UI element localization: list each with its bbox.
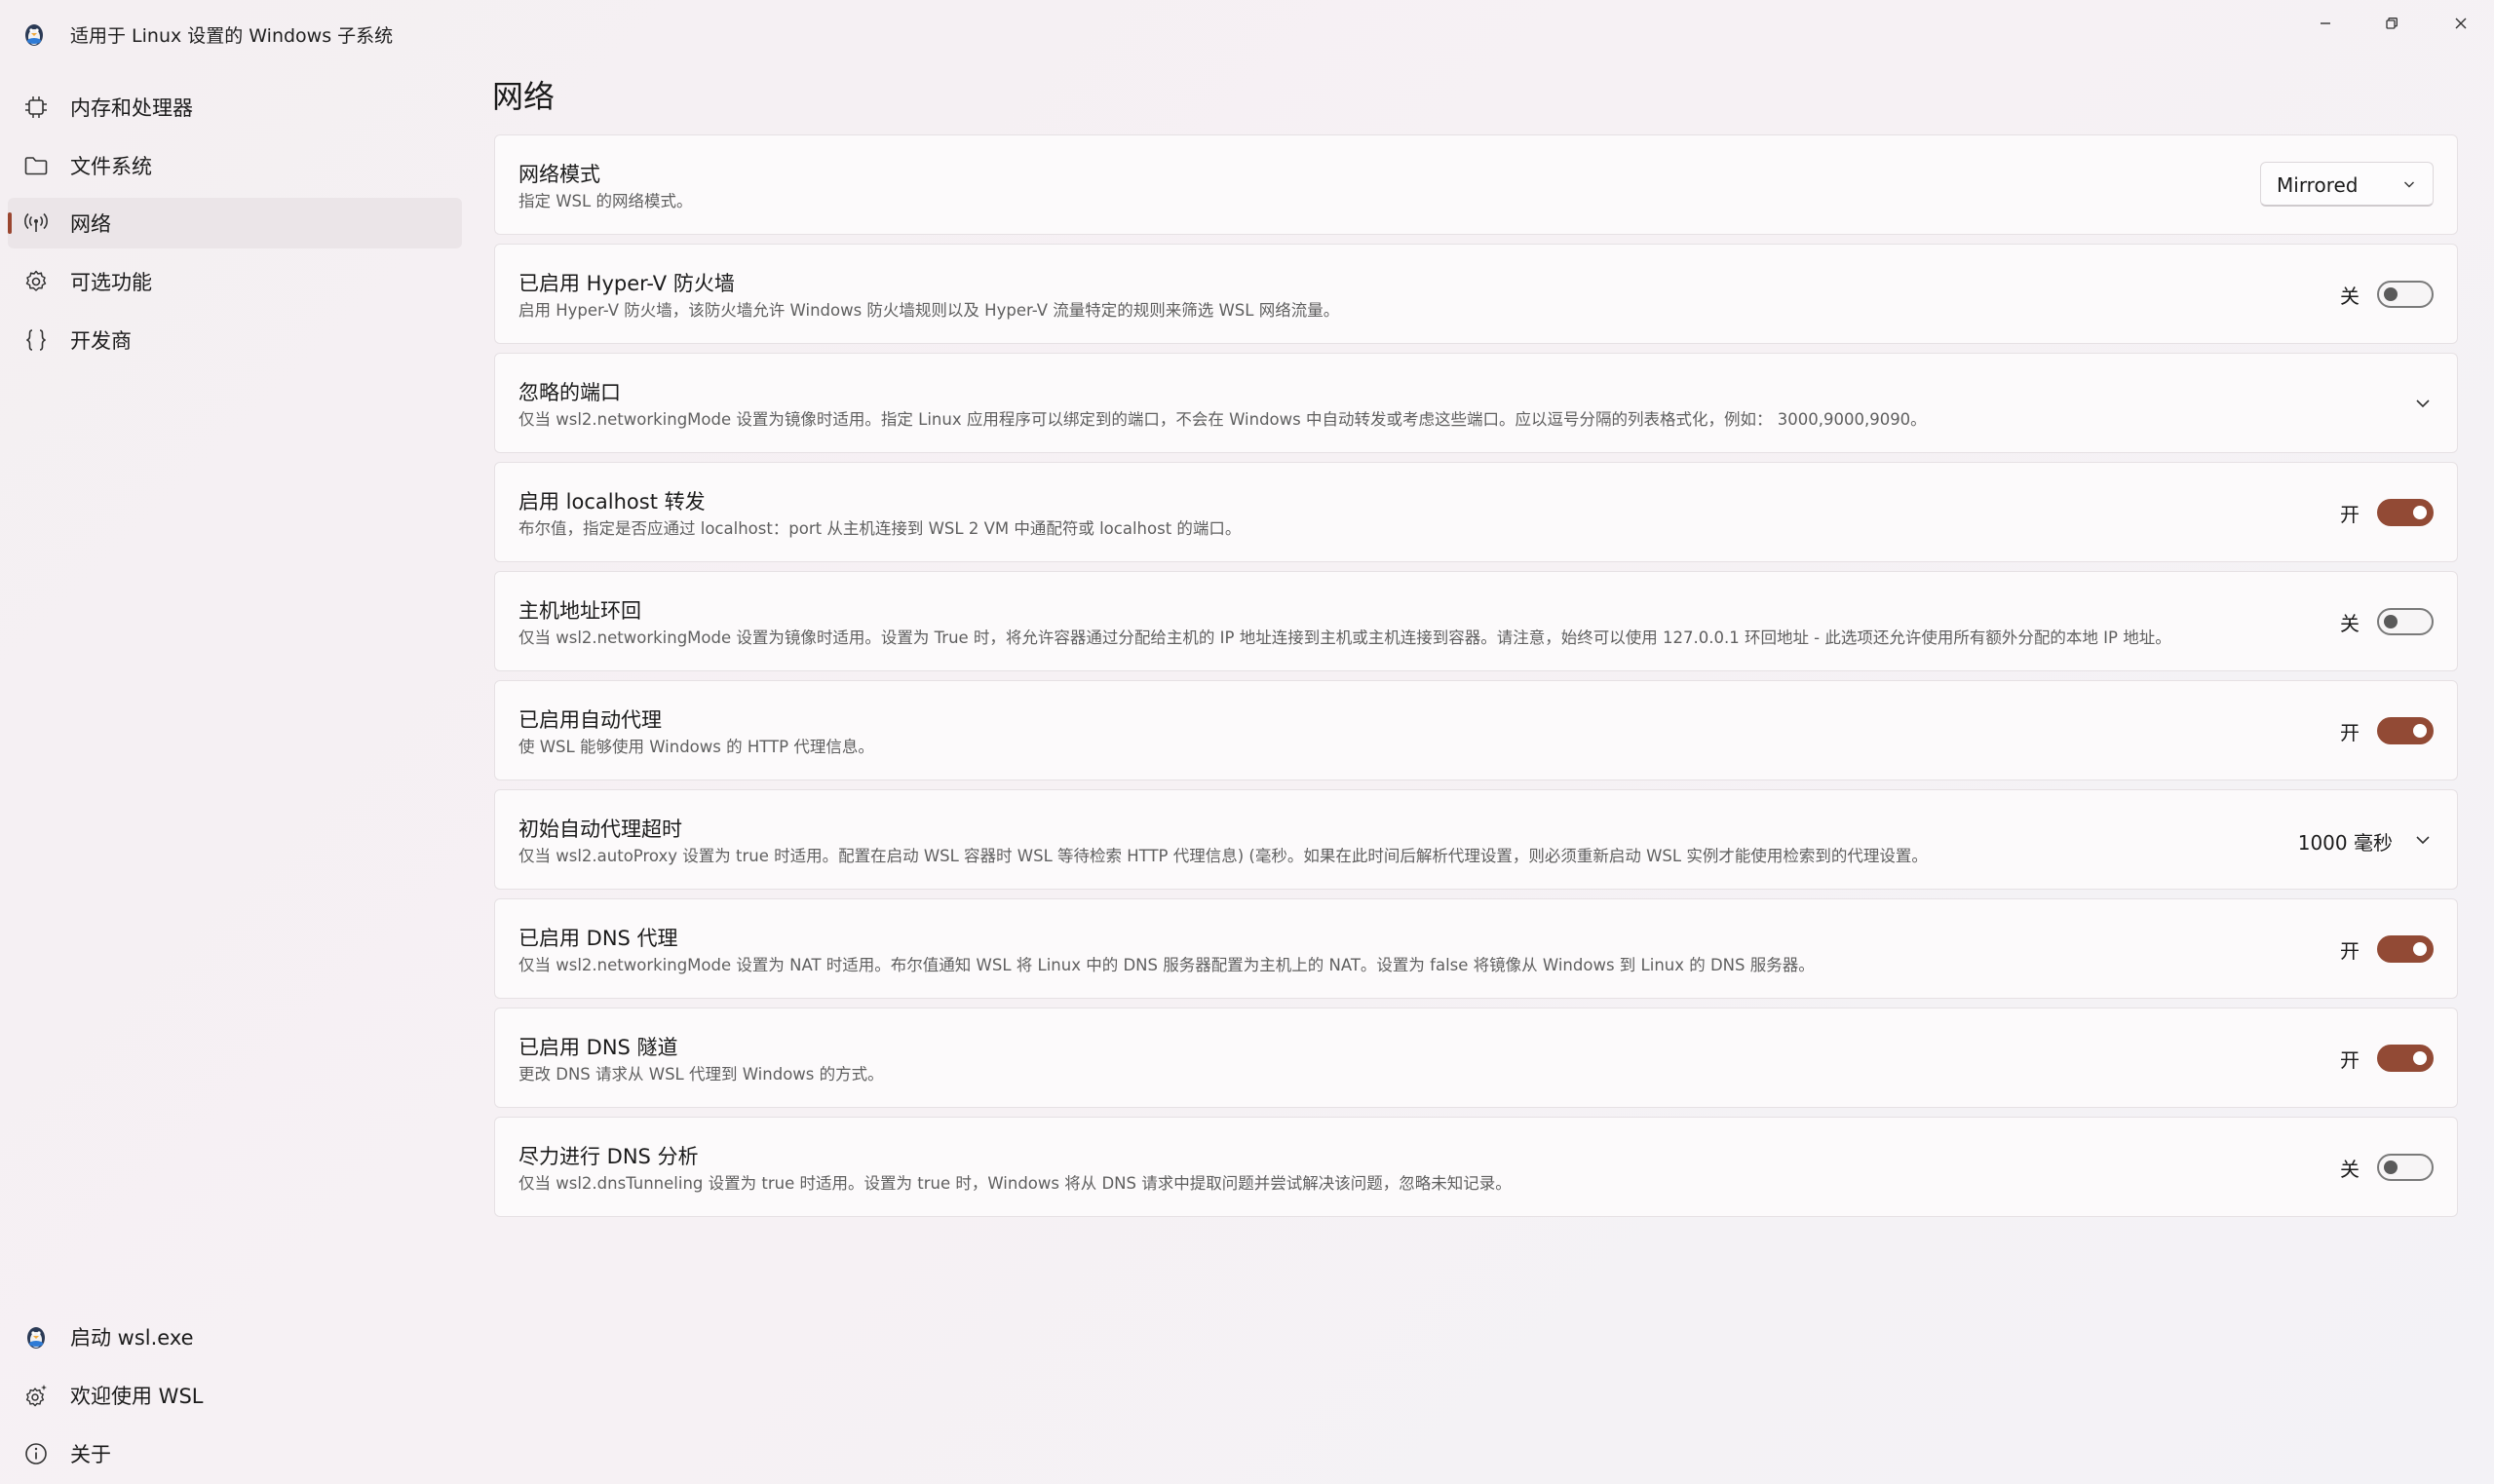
sidebar-item-optional-features[interactable]: 可选功能 [8, 256, 462, 307]
sidebar-item-developer[interactable]: 开发商 [8, 315, 462, 365]
setting-title: 启用 localhost 转发 [518, 490, 706, 514]
setting-auto-proxy: 已启用自动代理 使 WSL 能够使用 Windows 的 HTTP 代理信息。 … [494, 680, 2458, 780]
hyperv-firewall-toggle[interactable] [2377, 281, 2434, 308]
setting-dns-proxy: 已启用 DNS 代理 仅当 wsl2.networkingMode 设置为 NA… [494, 898, 2458, 999]
setting-description: 使 WSL 能够使用 Windows 的 HTTP 代理信息。 [518, 738, 874, 756]
page-title: 网络 [492, 78, 556, 115]
setting-dns-tunneling: 已启用 DNS 隧道 更改 DNS 请求从 WSL 代理到 Windows 的方… [494, 1008, 2458, 1108]
sidebar-item-network[interactable]: 网络 [8, 198, 462, 248]
setting-description: 仅当 wsl2.networkingMode 设置为镜像时适用。设置为 True… [518, 628, 2171, 647]
penguin-icon [25, 24, 43, 46]
dns-tunneling-toggle[interactable] [2377, 1045, 2434, 1072]
folder-icon [21, 151, 51, 180]
networking-mode-dropdown[interactable]: Mirrored [2260, 162, 2434, 207]
sidebar-item-welcome[interactable]: 欢迎使用 WSL [8, 1370, 462, 1421]
toggle-knob [2413, 942, 2427, 956]
toggle-state-label: 开 [2340, 1047, 2360, 1072]
sidebar-item-label: 内存和处理器 [70, 96, 193, 120]
restore-icon [2386, 18, 2398, 29]
setting-title: 已启用 DNS 隧道 [518, 1036, 678, 1059]
sidebar-item-file-system[interactable]: 文件系统 [8, 140, 462, 191]
toggle-knob [2384, 1161, 2398, 1174]
setting-networking-mode: 网络模式 指定 WSL 的网络模式。 Mirrored [494, 134, 2458, 235]
toggle-group: 关 [2340, 607, 2434, 636]
sidebar-item-label: 开发商 [70, 329, 132, 353]
gear-icon [21, 267, 51, 296]
sidebar-item-label: 启动 wsl.exe [70, 1326, 194, 1350]
toggle-knob [2413, 506, 2427, 519]
toggle-group: 关 [2340, 1153, 2434, 1182]
sidebar-item-label: 关于 [70, 1443, 111, 1466]
setting-description: 仅当 wsl2.dnsTunneling 设置为 true 时适用。设置为 tr… [518, 1174, 1512, 1193]
toggle-state-label: 关 [2340, 1157, 2360, 1181]
setting-title: 忽略的端口 [518, 381, 621, 404]
processor-icon [21, 93, 51, 122]
sidebar-item-launch-wsl[interactable]: 启动 wsl.exe [8, 1312, 462, 1362]
setting-best-effort-dns-parsing: 尽力进行 DNS 分析 仅当 wsl2.dnsTunneling 设置为 tru… [494, 1117, 2458, 1217]
toggle-knob [2413, 724, 2427, 738]
setting-description: 布尔值，指定是否应通过 localhost：port 从主机连接到 WSL 2 … [518, 519, 1242, 538]
setting-localhost-forwarding: 启用 localhost 转发 布尔值，指定是否应通过 localhost：po… [494, 462, 2458, 562]
toggle-group: 开 [2340, 1044, 2434, 1073]
toggle-knob [2413, 1051, 2427, 1065]
sidebar-item-memory-processor[interactable]: 内存和处理器 [8, 82, 462, 133]
penguin-icon [21, 1322, 51, 1351]
toggle-group: 开 [2340, 498, 2434, 527]
toggle-state-label: 关 [2340, 284, 2360, 308]
toggle-group: 开 [2340, 716, 2434, 745]
sidebar-item-label: 欢迎使用 WSL [70, 1385, 204, 1408]
best-effort-dns-toggle[interactable] [2377, 1154, 2434, 1181]
toggle-group: 关 [2340, 280, 2434, 309]
sidebar-item-about[interactable]: 关于 [8, 1428, 462, 1479]
setting-title: 主机地址环回 [518, 599, 641, 623]
chevron-down-icon[interactable] [2412, 829, 2434, 851]
setting-description: 仅当 wsl2.autoProxy 设置为 true 时适用。配置在启动 WSL… [518, 847, 1928, 865]
info-icon [21, 1439, 51, 1468]
setting-hyperv-firewall: 已启用 Hyper-V 防火墙 启用 Hyper-V 防火墙，该防火墙允许 Wi… [494, 244, 2458, 344]
setting-title: 初始自动代理超时 [518, 818, 682, 841]
close-button[interactable] [2428, 0, 2494, 47]
toggle-knob [2384, 615, 2398, 628]
minimize-button[interactable] [2292, 0, 2359, 47]
setting-description: 仅当 wsl2.networkingMode 设置为 NAT 时适用。布尔值通知… [518, 956, 1815, 974]
chevron-down-icon [2404, 181, 2414, 188]
setting-title: 已启用 Hyper-V 防火墙 [518, 272, 735, 295]
toggle-state-label: 关 [2340, 611, 2360, 635]
setting-title: 已启用 DNS 代理 [518, 927, 678, 950]
setting-description: 启用 Hyper-V 防火墙，该防火墙允许 Windows 防火墙规则以及 Hy… [518, 301, 1340, 320]
setting-initial-auto-proxy-timeout[interactable]: 初始自动代理超时 仅当 wsl2.autoProxy 设置为 true 时适用。… [494, 789, 2458, 890]
setting-title: 尽力进行 DNS 分析 [518, 1145, 699, 1168]
setting-title: 网络模式 [518, 163, 600, 186]
sidebar-item-label: 网络 [70, 212, 111, 236]
toggle-group: 开 [2340, 934, 2434, 964]
chevron-down-icon[interactable] [2412, 393, 2434, 414]
auto-proxy-toggle[interactable] [2377, 717, 2434, 744]
selection-indicator [8, 212, 12, 234]
restore-button[interactable] [2359, 0, 2425, 47]
sidebar-item-label: 可选功能 [70, 271, 152, 294]
setting-host-address-loopback: 主机地址环回 仅当 wsl2.networkingMode 设置为镜像时适用。设… [494, 571, 2458, 671]
dns-proxy-toggle[interactable] [2377, 935, 2434, 963]
network-icon [21, 209, 51, 238]
timeout-value: 1000 毫秒 [2297, 831, 2393, 855]
setting-description: 仅当 wsl2.networkingMode 设置为镜像时适用。指定 Linux… [518, 410, 1927, 429]
window-title: 适用于 Linux 设置的 Windows 子系统 [70, 25, 394, 47]
setting-description: 更改 DNS 请求从 WSL 代理到 Windows 的方式。 [518, 1065, 884, 1084]
dropdown-value: Mirrored [2277, 173, 2359, 197]
sparkle-gear-icon [21, 1381, 51, 1410]
toggle-state-label: 开 [2340, 938, 2360, 963]
toggle-knob [2384, 287, 2398, 301]
close-icon [2455, 18, 2467, 29]
braces-icon [21, 325, 51, 355]
toggle-state-label: 开 [2340, 502, 2360, 526]
minimize-icon [2321, 22, 2330, 24]
setting-description: 指定 WSL 的网络模式。 [518, 192, 693, 210]
setting-title: 已启用自动代理 [518, 708, 662, 732]
title-bar: 适用于 Linux 设置的 Windows 子系统 [0, 0, 2494, 68]
toggle-state-label: 开 [2340, 720, 2360, 744]
sidebar-item-label: 文件系统 [70, 155, 152, 178]
setting-ignored-ports[interactable]: 忽略的端口 仅当 wsl2.networkingMode 设置为镜像时适用。指定… [494, 353, 2458, 453]
host-address-loopback-toggle[interactable] [2377, 608, 2434, 635]
localhost-forwarding-toggle[interactable] [2377, 499, 2434, 526]
